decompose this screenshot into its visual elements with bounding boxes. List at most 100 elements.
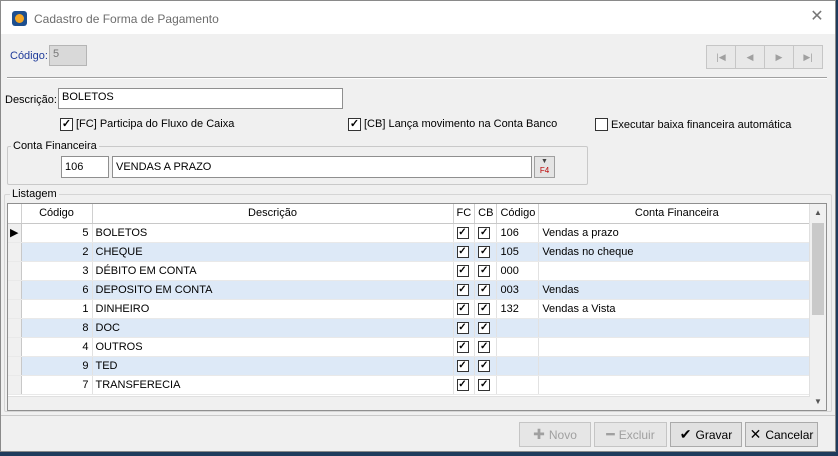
- header-conta-financeira[interactable]: Conta Financeira: [538, 204, 816, 224]
- table-row[interactable]: 8 DOC ✓ ✓: [8, 318, 816, 338]
- cell-conta-financeira[interactable]: Vendas no cheque: [538, 242, 816, 262]
- cb-checkbox[interactable]: ✓: [478, 283, 491, 296]
- table-row[interactable]: ▶ 5 BOLETOS ✓ ✓ 106 Vendas a prazo: [8, 223, 816, 243]
- header-conta-codigo[interactable]: Código: [496, 204, 540, 224]
- scroll-down-icon[interactable]: ▼: [810, 393, 826, 410]
- cell-codigo[interactable]: 6: [21, 280, 93, 300]
- cell-conta-financeira[interactable]: [538, 375, 816, 395]
- cell-descricao[interactable]: BOLETOS: [92, 223, 454, 243]
- fc-checkbox[interactable]: ✓: [60, 118, 73, 131]
- table-row[interactable]: 2 CHEQUE ✓ ✓ 105 Vendas no cheque: [8, 242, 816, 262]
- auto-baixa-checkbox[interactable]: [595, 118, 608, 131]
- table-row[interactable]: 3 DÉBITO EM CONTA ✓ ✓ 000: [8, 261, 816, 281]
- cell-descricao[interactable]: DINHEIRO: [92, 299, 454, 319]
- scroll-up-icon[interactable]: ▲: [810, 204, 826, 221]
- nav-next-button[interactable]: ▶: [764, 45, 794, 69]
- cell-conta-financeira[interactable]: [538, 318, 816, 338]
- cell-descricao[interactable]: OUTROS: [92, 337, 454, 357]
- cell-codigo[interactable]: 5: [21, 223, 93, 243]
- cell-conta-financeira[interactable]: Vendas: [538, 280, 816, 300]
- cell-conta-codigo[interactable]: 105: [496, 242, 540, 262]
- table-row[interactable]: 7 TRANSFERECIA ✓ ✓: [8, 375, 816, 395]
- header-descricao[interactable]: Descrição: [92, 204, 454, 224]
- nav-first-button[interactable]: |◀: [706, 45, 736, 69]
- conta-nome-input[interactable]: VENDAS A PRAZO: [112, 156, 532, 178]
- cb-checkbox[interactable]: ✓: [478, 378, 491, 391]
- fc-checkbox[interactable]: ✓: [456, 302, 469, 315]
- cb-checkbox[interactable]: ✓: [478, 245, 491, 258]
- fc-checkbox[interactable]: ✓: [456, 245, 469, 258]
- table-row[interactable]: 4 OUTROS ✓ ✓: [8, 337, 816, 357]
- cell-conta-codigo[interactable]: [496, 318, 540, 338]
- fc-checkbox[interactable]: ✓: [456, 359, 469, 372]
- cell-cb[interactable]: ✓: [474, 223, 498, 243]
- cb-checkbox[interactable]: ✓: [478, 302, 491, 315]
- cell-codigo[interactable]: 1: [21, 299, 93, 319]
- cell-cb[interactable]: ✓: [474, 337, 498, 357]
- cb-checkbox[interactable]: ✓: [478, 321, 491, 334]
- fc-checkbox[interactable]: ✓: [456, 340, 469, 353]
- cell-descricao[interactable]: TED: [92, 356, 454, 376]
- cell-fc[interactable]: ✓: [453, 280, 476, 300]
- table-row[interactable]: 6 DEPOSITO EM CONTA ✓ ✓ 003 Vendas: [8, 280, 816, 300]
- cell-descricao[interactable]: DÉBITO EM CONTA: [92, 261, 454, 281]
- cell-conta-codigo[interactable]: [496, 356, 540, 376]
- cell-cb[interactable]: ✓: [474, 242, 498, 262]
- cell-fc[interactable]: ✓: [453, 223, 476, 243]
- cell-codigo[interactable]: 9: [21, 356, 93, 376]
- cell-conta-codigo[interactable]: [496, 375, 540, 395]
- codigo-field[interactable]: 5: [49, 45, 87, 66]
- conta-lookup-button[interactable]: ▼ F4: [534, 156, 555, 178]
- cb-checkbox[interactable]: ✓: [478, 340, 491, 353]
- header-fc[interactable]: FC: [453, 204, 476, 224]
- cell-conta-financeira[interactable]: [538, 261, 816, 281]
- gravar-button[interactable]: ✔ Gravar: [670, 422, 742, 447]
- header-codigo[interactable]: Código: [21, 204, 93, 224]
- cell-cb[interactable]: ✓: [474, 261, 498, 281]
- cell-conta-codigo[interactable]: 003: [496, 280, 540, 300]
- cell-conta-codigo[interactable]: [496, 337, 540, 357]
- cell-fc[interactable]: ✓: [453, 356, 476, 376]
- cell-codigo[interactable]: 7: [21, 375, 93, 395]
- cell-fc[interactable]: ✓: [453, 318, 476, 338]
- fc-checkbox[interactable]: ✓: [456, 321, 469, 334]
- cancelar-button[interactable]: ✕ Cancelar: [745, 422, 818, 447]
- cell-conta-financeira[interactable]: [538, 356, 816, 376]
- scroll-thumb[interactable]: [812, 223, 824, 315]
- close-button[interactable]: ✕: [807, 7, 827, 27]
- fc-checkbox[interactable]: ✓: [456, 378, 469, 391]
- cell-cb[interactable]: ✓: [474, 280, 498, 300]
- cell-conta-financeira[interactable]: [538, 337, 816, 357]
- cell-fc[interactable]: ✓: [453, 261, 476, 281]
- cell-codigo[interactable]: 4: [21, 337, 93, 357]
- cell-codigo[interactable]: 2: [21, 242, 93, 262]
- cell-conta-codigo[interactable]: 106: [496, 223, 540, 243]
- fc-checkbox[interactable]: ✓: [456, 283, 469, 296]
- excluir-button[interactable]: ━ Excluir: [594, 422, 667, 447]
- fc-checkbox[interactable]: ✓: [456, 264, 469, 277]
- cb-checkbox[interactable]: ✓: [348, 118, 361, 131]
- cell-codigo[interactable]: 3: [21, 261, 93, 281]
- cell-conta-codigo[interactable]: 132: [496, 299, 540, 319]
- table-row[interactable]: 9 TED ✓ ✓: [8, 356, 816, 376]
- cell-cb[interactable]: ✓: [474, 356, 498, 376]
- cb-checkbox[interactable]: ✓: [478, 359, 491, 372]
- cell-cb[interactable]: ✓: [474, 318, 498, 338]
- cell-fc[interactable]: ✓: [453, 242, 476, 262]
- cell-conta-codigo[interactable]: 000: [496, 261, 540, 281]
- cell-descricao[interactable]: CHEQUE: [92, 242, 454, 262]
- vertical-scrollbar[interactable]: ▲ ▼: [809, 204, 826, 410]
- cell-cb[interactable]: ✓: [474, 375, 498, 395]
- cell-codigo[interactable]: 8: [21, 318, 93, 338]
- cell-descricao[interactable]: DOC: [92, 318, 454, 338]
- cell-conta-financeira[interactable]: Vendas a prazo: [538, 223, 816, 243]
- cell-cb[interactable]: ✓: [474, 299, 498, 319]
- table-row[interactable]: 1 DINHEIRO ✓ ✓ 132 Vendas a Vista: [8, 299, 816, 319]
- fc-checkbox[interactable]: ✓: [456, 226, 469, 239]
- cell-fc[interactable]: ✓: [453, 375, 476, 395]
- nav-prev-button[interactable]: ◀: [735, 45, 765, 69]
- cb-checkbox[interactable]: ✓: [478, 226, 491, 239]
- header-cb[interactable]: CB: [474, 204, 498, 224]
- cell-descricao[interactable]: DEPOSITO EM CONTA: [92, 280, 454, 300]
- nav-last-button[interactable]: ▶|: [793, 45, 823, 69]
